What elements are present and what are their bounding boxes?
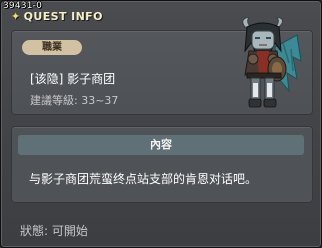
quest-content-card: 內容 与影子商团荒蛮终点站支部的肯恩对话吧。: [11, 126, 313, 203]
window-title: ✦ QUEST INFO: [11, 10, 103, 23]
job-badge: 職業: [22, 40, 82, 55]
quest-status: 狀態: 可開始: [20, 224, 88, 238]
quest-info-window: 39431-0 ✦ QUEST INFO 職業 [该隐] 影子商团 建議等級: 3…: [0, 0, 322, 248]
quest-name: [该隐] 影子商团: [30, 72, 116, 86]
window-title-text: QUEST INFO: [23, 10, 103, 23]
content-text: 与影子商团荒蛮终点站支部的肯恩对话吧。: [29, 172, 258, 186]
npc-portrait-icon: [242, 17, 302, 108]
level-requirement: 建議等級: 33~37: [30, 94, 119, 107]
star-icon: ✦: [11, 10, 21, 23]
content-header: 內容: [18, 135, 304, 155]
